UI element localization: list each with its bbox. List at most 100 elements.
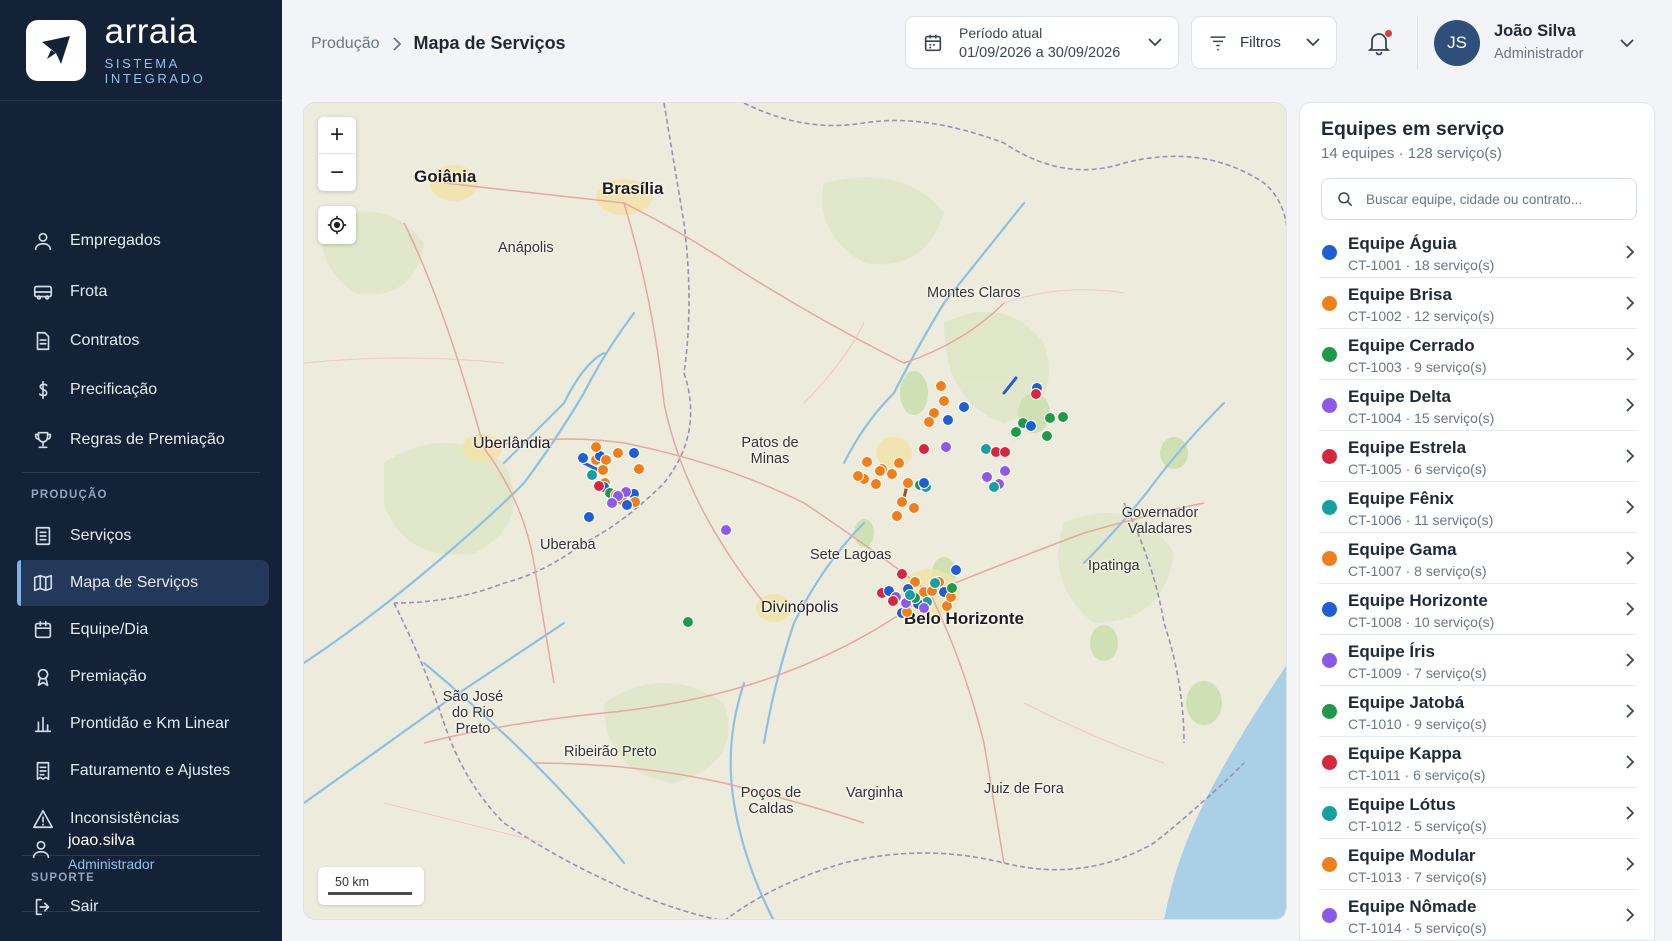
chevron-down-icon[interactable] <box>1620 35 1634 53</box>
team-list-item[interactable]: Equipe Brisa CT-1002 · 12 serviço(s) <box>1319 278 1637 329</box>
award-icon <box>32 666 54 688</box>
service-marker[interactable] <box>590 441 602 453</box>
service-marker[interactable] <box>896 496 908 508</box>
locate-button[interactable] <box>318 206 356 244</box>
service-marker[interactable] <box>893 457 905 469</box>
service-marker[interactable] <box>861 456 873 468</box>
service-marker[interactable] <box>597 464 609 476</box>
service-marker[interactable] <box>904 589 916 601</box>
team-list-item[interactable]: Equipe Nômade CT-1014 · 5 serviço(s) <box>1319 890 1637 940</box>
service-marker[interactable] <box>999 465 1011 477</box>
team-list-item[interactable]: Equipe Fênix CT-1006 · 11 serviço(s) <box>1319 482 1637 533</box>
team-search[interactable] <box>1321 178 1637 220</box>
service-marker[interactable] <box>1041 430 1053 442</box>
sidebar-item-frota[interactable]: Frota <box>17 269 269 315</box>
service-marker[interactable] <box>935 380 947 392</box>
breadcrumb-parent[interactable]: Produção <box>311 35 380 53</box>
header-user[interactable]: João Silva Administrador <box>1494 22 1583 62</box>
sidebar-item-empregados[interactable]: Empregados <box>17 218 269 264</box>
service-marker[interactable] <box>950 564 962 576</box>
service-marker[interactable] <box>940 441 952 453</box>
service-marker[interactable] <box>958 401 970 413</box>
service-marker[interactable] <box>1044 412 1056 424</box>
team-list-item[interactable]: Equipe Estrela CT-1005 · 6 serviço(s) <box>1319 431 1637 482</box>
service-marker[interactable] <box>908 502 920 514</box>
arraia-logo-icon[interactable] <box>26 19 86 81</box>
logout-button[interactable]: Sair <box>17 884 269 930</box>
zoom-in-button[interactable]: + <box>318 117 356 154</box>
sidebar-item-label: Inconsistências <box>70 810 180 827</box>
period-selector[interactable]: Período atual 01/09/2026 a 30/09/2026 <box>905 16 1179 69</box>
service-marker[interactable] <box>988 481 1000 493</box>
sidebar-divider <box>22 472 260 473</box>
sidebar-item-equipe-dia[interactable]: Equipe/Dia <box>17 607 269 653</box>
services-map[interactable]: Goiânia Brasília Anápolis Montes Claros … <box>303 102 1287 920</box>
user-icon <box>30 838 52 860</box>
service-marker[interactable] <box>999 446 1011 458</box>
service-marker[interactable] <box>1030 388 1042 400</box>
service-marker[interactable] <box>870 478 882 490</box>
service-marker[interactable] <box>577 452 589 464</box>
team-list-item[interactable]: Equipe Horizonte CT-1008 · 10 serviço(s) <box>1319 584 1637 635</box>
filters-button[interactable]: Filtros <box>1191 16 1337 69</box>
service-marker[interactable] <box>586 469 598 481</box>
sidebar-item-faturamento[interactable]: Faturamento e Ajustes <box>17 748 269 794</box>
sidebar-item-contratos[interactable]: Contratos <box>17 318 269 364</box>
crosshair-icon <box>326 214 348 236</box>
team-list-item[interactable]: Equipe Cerrado CT-1003 · 9 serviço(s) <box>1319 329 1637 380</box>
service-marker[interactable] <box>946 582 958 594</box>
service-marker[interactable] <box>1057 411 1069 423</box>
receipt-icon <box>32 760 54 782</box>
team-list-item[interactable]: Equipe Íris CT-1009 · 7 serviço(s) <box>1319 635 1637 686</box>
service-marker[interactable] <box>891 510 903 522</box>
team-list-item[interactable]: Equipe Modular CT-1013 · 7 serviço(s) <box>1319 839 1637 890</box>
team-list-item[interactable]: Equipe Delta CT-1004 · 15 serviço(s) <box>1319 380 1637 431</box>
sidebar-item-servicos[interactable]: Serviços <box>17 513 269 559</box>
service-marker[interactable] <box>918 477 930 489</box>
sidebar-item-label: Serviços <box>70 527 132 544</box>
team-color-dot <box>1322 449 1337 464</box>
search-input[interactable] <box>1366 191 1626 207</box>
service-marker[interactable] <box>918 443 930 455</box>
team-list-item[interactable]: Equipe Lótus CT-1012 · 5 serviço(s) <box>1319 788 1637 839</box>
service-marker[interactable] <box>852 470 864 482</box>
sidebar-item-prontidao[interactable]: Prontidão e Km Linear <box>17 701 269 747</box>
team-list-item[interactable]: Equipe Gama CT-1007 · 8 serviço(s) <box>1319 533 1637 584</box>
service-marker[interactable] <box>923 416 935 428</box>
service-marker[interactable] <box>902 477 914 489</box>
service-marker[interactable] <box>612 447 624 459</box>
avatar[interactable]: JS <box>1434 20 1480 66</box>
service-marker[interactable] <box>886 468 898 480</box>
chevron-right-icon <box>1625 857 1635 876</box>
sidebar-user[interactable]: joao.silva Administrador <box>30 832 154 872</box>
service-marker[interactable] <box>887 595 899 607</box>
team-list-item[interactable]: Equipe Jatobá CT-1010 · 9 serviço(s) <box>1319 686 1637 737</box>
notifications-button[interactable] <box>1367 29 1393 56</box>
team-meta: CT-1006 · 11 serviço(s) <box>1348 512 1494 528</box>
sidebar-item-precificacao[interactable]: Precificação <box>17 367 269 413</box>
service-marker[interactable] <box>918 602 930 614</box>
sidebar-item-mapa-servicos[interactable]: Mapa de Serviços <box>17 560 269 606</box>
zoom-out-button[interactable]: − <box>318 154 356 191</box>
service-marker[interactable] <box>929 577 941 589</box>
team-list-item[interactable]: Equipe Kappa CT-1011 · 6 serviço(s) <box>1319 737 1637 788</box>
map-city-label: Poços de Caldas <box>740 785 802 817</box>
service-marker[interactable] <box>583 511 595 523</box>
service-marker[interactable] <box>938 395 950 407</box>
service-marker[interactable] <box>606 497 618 509</box>
service-marker[interactable] <box>874 465 886 477</box>
team-list-item[interactable]: Equipe Águia CT-1001 · 18 serviço(s) <box>1319 227 1637 278</box>
search-icon <box>1336 190 1354 208</box>
service-marker[interactable] <box>593 480 605 492</box>
service-marker[interactable] <box>621 499 633 511</box>
sidebar-item-regras-premiacao[interactable]: Regras de Premiação <box>17 417 269 463</box>
service-marker[interactable] <box>633 463 645 475</box>
service-marker[interactable] <box>1025 420 1037 432</box>
sidebar-item-premiacao[interactable]: Premiação <box>17 654 269 700</box>
service-marker[interactable] <box>628 447 640 459</box>
service-marker[interactable] <box>682 616 694 628</box>
map-city-label: Anápolis <box>498 240 554 256</box>
service-marker[interactable] <box>942 414 954 426</box>
service-marker[interactable] <box>896 568 908 580</box>
service-marker[interactable] <box>720 524 732 536</box>
